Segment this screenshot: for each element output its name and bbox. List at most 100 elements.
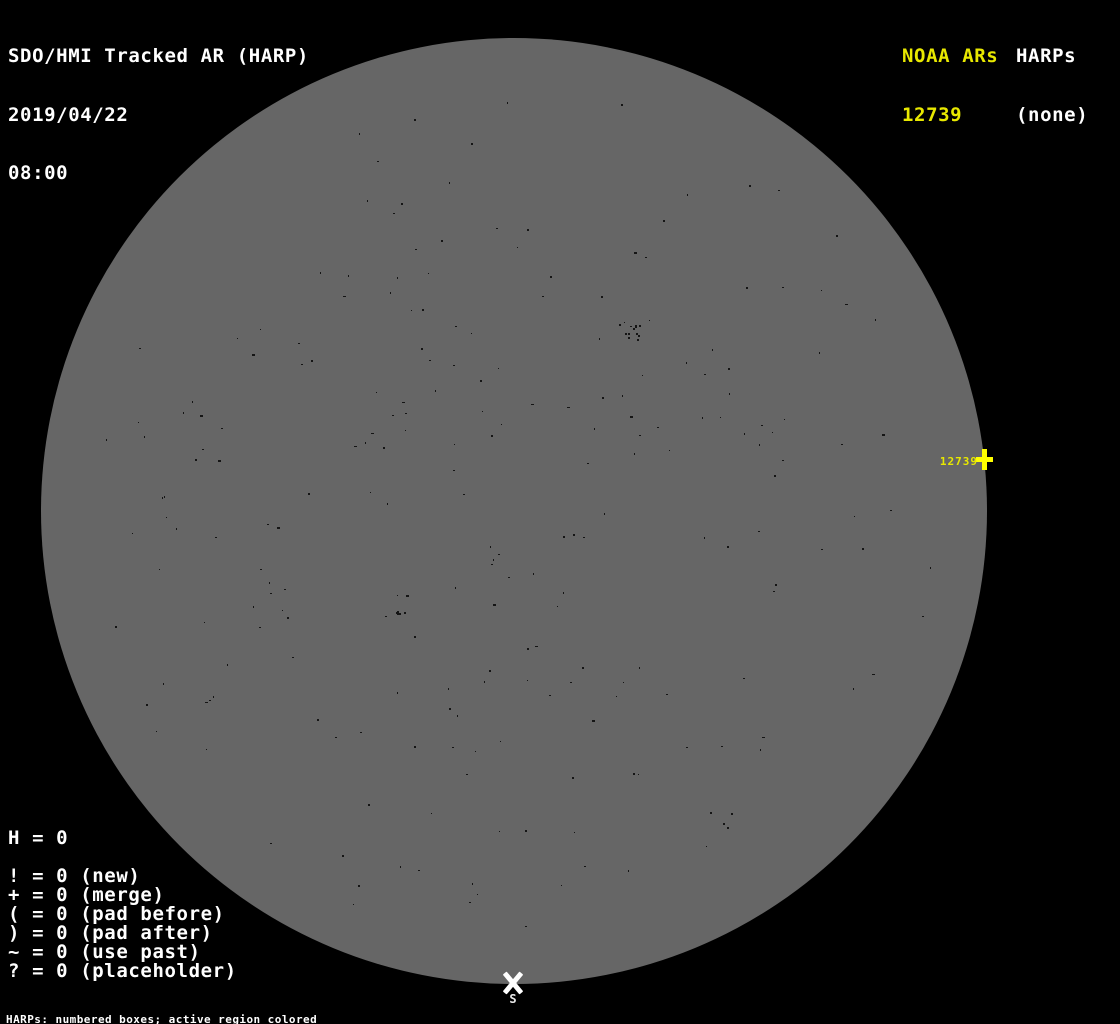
speckle-dot xyxy=(377,161,379,162)
speckle-dot xyxy=(527,648,529,650)
speckle-dot xyxy=(453,365,455,366)
speckle-dot xyxy=(471,333,472,334)
speckle-dot xyxy=(270,843,272,844)
speckle-dot xyxy=(821,549,823,550)
speckle-dot xyxy=(821,290,822,291)
speckle-dot xyxy=(637,339,639,341)
speckle-dot xyxy=(625,333,627,335)
speckle-dot xyxy=(619,324,621,326)
speckle-dot xyxy=(457,715,458,717)
speckle-dot xyxy=(630,416,633,418)
harps-block: HARPs (none) xyxy=(1016,8,1088,164)
speckle-dot xyxy=(489,670,491,672)
speckle-dot xyxy=(267,524,269,525)
speckle-dot xyxy=(704,537,705,539)
speckle-dot xyxy=(335,737,337,738)
speckle-dot xyxy=(392,415,394,416)
speckle-dot xyxy=(729,393,730,395)
speckle-dot xyxy=(628,337,630,339)
speckle-dot xyxy=(156,731,157,732)
noaa-ars-block: NOAA ARs 12739 xyxy=(902,8,998,164)
speckle-dot xyxy=(563,592,564,594)
speckle-dot xyxy=(746,287,748,289)
speckle-dot xyxy=(159,569,160,570)
speckle-dot xyxy=(525,926,527,927)
speckle-dot xyxy=(270,593,272,594)
speckle-dot xyxy=(727,546,729,548)
speckle-dot xyxy=(687,194,688,196)
speckle-dot xyxy=(138,422,139,423)
speckle-dot xyxy=(853,688,854,690)
speckle-dot xyxy=(400,866,401,868)
speckle-dot xyxy=(428,273,429,274)
speckle-dot xyxy=(782,287,784,288)
speckle-dot xyxy=(358,885,360,887)
south-pole-marker xyxy=(502,971,524,995)
speckle-dot xyxy=(397,595,398,596)
speckle-dot xyxy=(176,528,177,530)
speckle-dot xyxy=(570,682,572,683)
speckle-dot xyxy=(507,102,508,104)
noaa-ars-list: 12739 xyxy=(902,103,963,126)
speckle-dot xyxy=(452,747,454,748)
speckle-dot xyxy=(499,831,500,832)
speckle-dot xyxy=(712,349,713,351)
speckle-dot xyxy=(663,220,665,222)
speckle-dot xyxy=(421,348,423,350)
speckle-dot xyxy=(493,559,494,561)
speckle-dot xyxy=(396,612,398,614)
legend-line: ? = 0 (placeholder) xyxy=(8,960,237,982)
noaa-ar-number-label: 12739 xyxy=(939,455,978,468)
speckle-dot xyxy=(759,444,760,446)
speckle-dot xyxy=(723,823,725,825)
speckle-dot xyxy=(657,427,659,428)
speckle-dot xyxy=(496,228,498,229)
speckle-dot xyxy=(542,296,544,297)
harps-header: HARPs xyxy=(1016,45,1077,67)
speckle-dot xyxy=(387,503,388,505)
speckle-dot xyxy=(634,453,635,455)
speckle-dot xyxy=(624,322,625,323)
speckle-dot xyxy=(491,435,493,437)
speckle-dot xyxy=(343,296,346,297)
speckle-dot xyxy=(531,404,534,405)
speckle-dot xyxy=(115,626,117,628)
speckle-dot xyxy=(533,573,534,575)
speckle-dot xyxy=(572,777,574,779)
speckle-dot xyxy=(471,143,473,145)
speckle-dot xyxy=(431,813,432,814)
speckle-dot xyxy=(365,442,366,444)
speckle-dot xyxy=(890,510,892,511)
speckle-dot xyxy=(317,719,319,721)
speckle-dot xyxy=(227,664,228,666)
speckle-dot xyxy=(414,746,416,748)
speckle-dot xyxy=(601,296,603,298)
speckle-dot xyxy=(782,460,784,461)
speckle-dot xyxy=(704,374,706,375)
speckle-dot xyxy=(213,696,214,698)
speckle-dot xyxy=(397,277,398,279)
speckle-dot xyxy=(144,436,145,438)
speckle-dot xyxy=(441,240,443,242)
speckle-dot xyxy=(282,610,283,611)
speckle-dot xyxy=(493,604,496,606)
speckle-dot xyxy=(557,606,558,607)
speckle-dot xyxy=(463,494,465,495)
speckle-dot xyxy=(354,446,357,447)
speckle-dot xyxy=(633,773,635,775)
speckle-dot xyxy=(639,667,640,669)
speckle-dot xyxy=(561,885,562,886)
speckle-dot xyxy=(498,368,499,369)
speckle-dot xyxy=(639,325,641,327)
speckle-dot xyxy=(490,546,491,548)
speckle-dot xyxy=(621,104,623,106)
speckle-dot xyxy=(404,612,406,614)
speckle-dot xyxy=(535,646,538,647)
speckle-dot xyxy=(634,252,637,254)
speckle-dot xyxy=(164,496,165,498)
speckle-dot xyxy=(370,492,371,493)
speckle-dot xyxy=(761,425,763,426)
speckle-dot xyxy=(455,326,457,327)
speckle-dot xyxy=(480,380,482,382)
speckle-dot xyxy=(638,774,639,775)
